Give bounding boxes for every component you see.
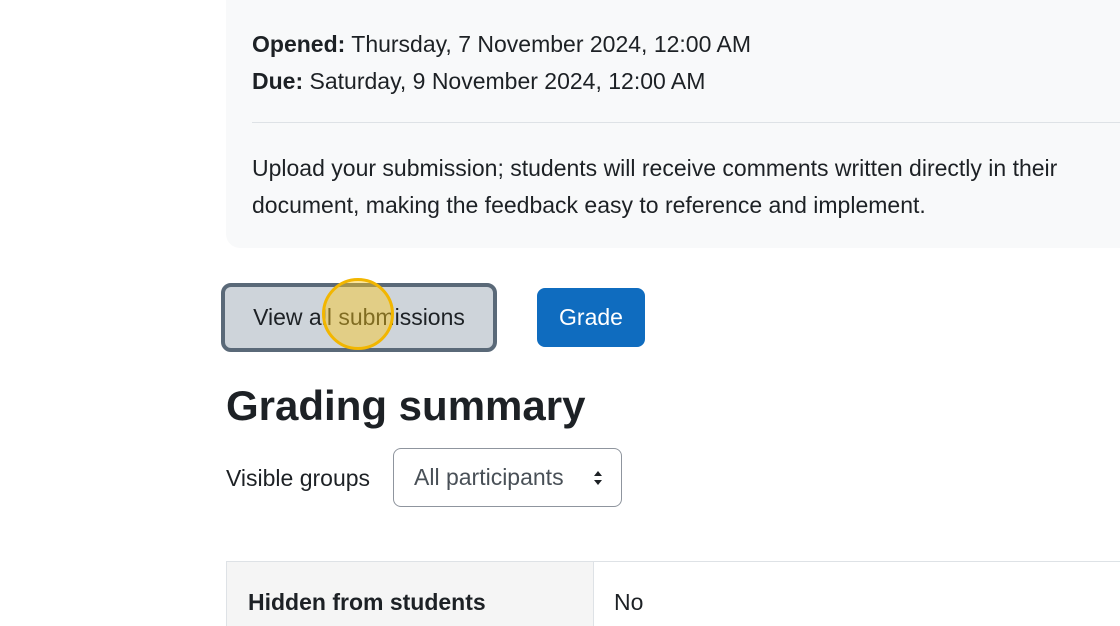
activity-description: Upload your submission; students will re…: [252, 150, 1120, 224]
grading-summary-heading: Grading summary: [226, 382, 586, 429]
activity-dates: Opened: Thursday, 7 November 2024, 12:00…: [252, 26, 751, 100]
opened-value: Thursday, 7 November 2024, 12:00 AM: [351, 31, 752, 57]
assignment-page: Opened: Thursday, 7 November 2024, 12:00…: [0, 0, 1120, 626]
table-row-header: Hidden from students: [227, 562, 594, 626]
description-line: document, making the feedback easy to re…: [252, 192, 926, 218]
divider: [252, 122, 1120, 123]
description-line: Upload your submission; students will re…: [252, 155, 1058, 181]
hidden-from-students-value: No: [614, 589, 644, 615]
visible-groups-select[interactable]: All participants: [393, 448, 622, 507]
grade-button[interactable]: Grade: [537, 288, 645, 347]
view-all-submissions-button[interactable]: View all submissions: [221, 283, 497, 352]
due-label: Due:: [252, 68, 304, 94]
hidden-from-students-label: Hidden from students: [248, 589, 486, 615]
activity-information-panel: Opened: Thursday, 7 November 2024, 12:00…: [226, 0, 1120, 248]
due-value: Saturday, 9 November 2024, 12:00 AM: [309, 68, 706, 94]
due-date: Due: Saturday, 9 November 2024, 12:00 AM: [252, 63, 751, 100]
sort-caret-icon: [594, 471, 602, 485]
visible-groups-label: Visible groups: [226, 465, 371, 491]
grading-summary-table: Hidden from students No: [226, 561, 1120, 626]
opened-date: Opened: Thursday, 7 November 2024, 12:00…: [252, 26, 751, 63]
visible-groups-selected-value: All participants: [414, 464, 564, 490]
opened-label: Opened:: [252, 31, 346, 57]
